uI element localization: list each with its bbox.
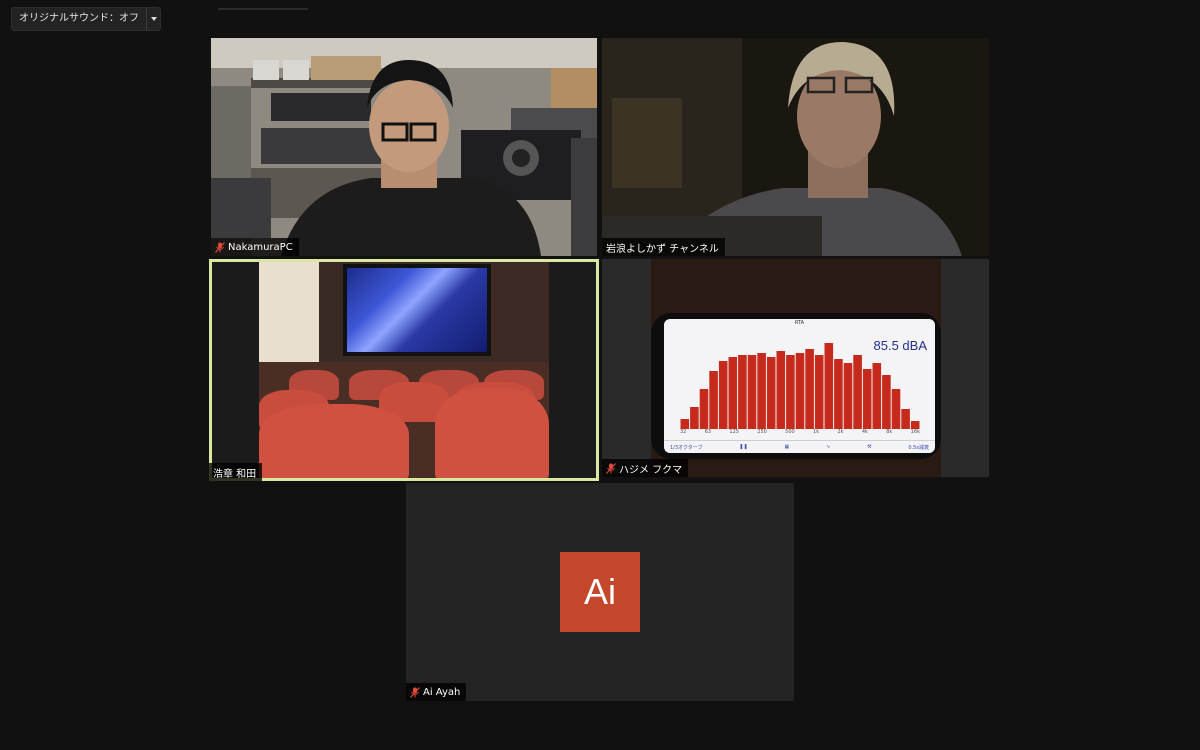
video-tile-iwanami[interactable]: 岩浪よしかず チャンネル [602,38,989,256]
rta-x-axis: 32 63 125 250 500 1k 2k 4k 8k 16k [680,429,920,435]
rta-band-bar [757,353,766,429]
original-sound-toggle[interactable]: オリジナルサウンド：オフ [11,7,161,31]
video-feed-wada [259,262,549,478]
rta-band-bar [680,419,690,429]
rta-band-bar [776,351,786,429]
phone-device: RTA 85.5 dBA 32 63 125 250 500 1k 2k 4k 8k 16k 1/… [651,313,941,459]
video-feed-iwanami [602,38,989,256]
participant-name: NakamuraPC [228,241,293,253]
rta-x-tick: 16k [910,429,920,435]
participant-name: 岩浪よしかず チャンネル [606,243,719,255]
video-tile-fukuma[interactable]: RTA 85.5 dBA 32 63 125 250 500 1k 2k 4k 8k 16k 1/… [602,259,989,477]
original-sound-label: オリジナルサウンド：オフ [19,13,139,24]
rta-x-tick: 32 [680,429,687,435]
rta-x-tick: 4k [861,429,868,435]
rta-band-bar [882,375,891,429]
rta-band-bar [805,349,814,429]
rta-band-bar [690,407,699,429]
wave-icon[interactable]: ∿ [826,444,830,450]
rta-band-bar [786,355,795,429]
rta-band-bar [853,355,862,429]
participant-namebar: ハジメ フクマ [602,459,689,477]
rta-footer: 1/3オクターブ ❚❚ ▦ ∿ ⚒ 0.5s減衰 [664,440,935,453]
rta-band-bar [795,353,805,429]
rta-band-bar [872,363,882,429]
video-feed-fukuma: RTA 85.5 dBA 32 63 125 250 500 1k 2k 4k 8k 16k 1/… [651,259,941,477]
rta-x-tick: 500 [785,429,795,435]
theater-screen [343,264,491,356]
rta-band-bar [709,371,718,429]
top-divider [218,8,308,10]
participant-namebar: Ai Ayah [406,683,467,701]
rta-band-bar [843,363,853,429]
rta-band-bar [814,355,824,429]
participant-namebar: 岩浪よしかず チャンネル [602,238,725,256]
rta-band-bar [728,357,738,429]
participant-name: ハジメ フクマ [619,464,683,476]
rta-x-tick: 1k [813,429,820,435]
band-mode-label[interactable]: 1/3オクターブ [670,444,702,451]
video-tile-wada[interactable]: 浩章 和田 [209,259,599,481]
rta-x-tick: 2k [837,429,844,435]
rta-x-tick: 8k [886,429,893,435]
rta-band-bar [699,389,709,429]
rta-x-tick: 250 [757,429,767,435]
participant-avatar: Ai [560,552,640,632]
video-tile-nakamurapc[interactable]: NakamuraPC [211,38,597,256]
video-tile-ai-ayah[interactable]: Ai Ai Ayah [406,483,794,701]
pause-icon[interactable]: ❚❚ [739,444,747,450]
rta-spectrum [680,343,920,429]
rta-x-tick: 63 [704,429,712,435]
rta-x-tick: 125 [729,429,739,435]
rta-band-bar [891,389,901,429]
rta-band-bar [862,369,872,429]
participant-namebar: 浩章 和田 [209,463,263,481]
chevron-down-icon [150,17,157,21]
response-label[interactable]: 0.5s減衰 [908,444,929,451]
rta-band-bar [766,357,776,429]
rta-title: RTA [794,320,805,326]
original-sound-dropdown[interactable] [146,8,160,30]
rta-band-bar [824,343,834,429]
rta-band-bar [834,359,843,429]
wrench-icon[interactable]: ⚒ [867,444,871,450]
rta-band-bar [747,355,757,429]
calendar-icon[interactable]: ▦ [785,444,790,450]
rta-band-bar [738,355,747,429]
rta-app-screen: RTA 85.5 dBA 32 63 125 250 500 1k 2k 4k 8k 16k 1/… [664,319,935,453]
video-feed-nakamurapc [211,38,597,256]
participant-name: Ai Ayah [423,686,461,698]
muted-mic-icon [606,462,616,474]
rta-band-bar [718,361,728,429]
muted-mic-icon [215,241,225,253]
muted-mic-icon [410,686,420,698]
participant-namebar: NakamuraPC [211,238,299,256]
participant-name: 浩章 和田 [213,468,257,480]
rta-band-bar [901,409,910,429]
rta-band-bar [910,421,920,429]
